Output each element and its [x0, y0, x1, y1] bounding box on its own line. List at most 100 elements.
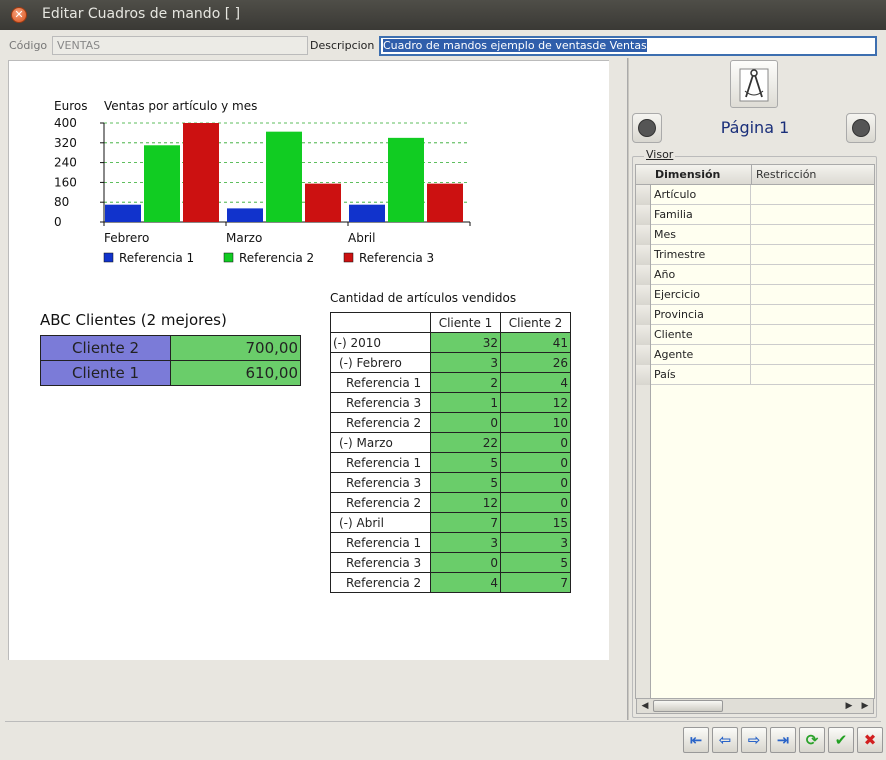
circle-icon — [852, 119, 870, 137]
cantidad-cliente1-cell: 32 — [430, 332, 501, 353]
compass-tool-button[interactable] — [730, 60, 778, 108]
cantidad-group-toggle[interactable]: (-) Febrero — [330, 352, 431, 373]
cantidad-row: Referencia 133 — [330, 532, 571, 553]
row-selector[interactable] — [636, 185, 651, 205]
cantidad-title: Cantidad de artículos vendidos — [330, 291, 517, 305]
dimension-row[interactable]: País — [636, 365, 874, 385]
dimension-column-header[interactable]: Dimensión — [651, 168, 751, 181]
cantidad-cliente2-cell: 15 — [500, 512, 571, 533]
cantidad-row-label: Referencia 1 — [330, 452, 431, 473]
cantidad-cliente2-cell: 7 — [500, 572, 571, 593]
cantidad-group-toggle[interactable]: (-) 2010 — [330, 332, 431, 353]
cantidad-group-toggle[interactable]: (-) Marzo — [330, 432, 431, 453]
y-tick-label: 80 — [54, 195, 69, 209]
cantidad-cliente1-cell: 5 — [430, 452, 501, 473]
row-selector[interactable] — [636, 365, 651, 385]
row-selector[interactable] — [636, 225, 651, 245]
first-record-button[interactable]: ⇤ — [683, 727, 709, 753]
row-selector[interactable] — [636, 305, 651, 325]
dimension-cell[interactable]: Ejercicio — [651, 285, 751, 305]
dimension-row[interactable]: Agente — [636, 345, 874, 365]
next-record-button[interactable]: ⇨ — [741, 727, 767, 753]
cantidad-cliente2-cell: 12 — [500, 392, 571, 413]
dimension-cell[interactable]: Año — [651, 265, 751, 285]
previous-record-button[interactable]: ⇦ — [712, 727, 738, 753]
last-record-button[interactable]: ⇥ — [770, 727, 796, 753]
cancel-icon: ✖ — [863, 731, 877, 749]
cantidad-cliente1-cell: 12 — [430, 492, 501, 513]
dimension-row[interactable]: Trimestre — [636, 245, 874, 265]
visor-label: Visor — [644, 148, 676, 161]
refresh-button[interactable]: ⟳ — [799, 727, 825, 753]
dimension-cell[interactable]: País — [651, 365, 751, 385]
row-selector[interactable] — [636, 265, 651, 285]
abc-title: ABC Clientes (2 mejores) — [40, 311, 227, 329]
cantidad-row: Referencia 150 — [330, 452, 571, 473]
dimension-cell[interactable]: Agente — [651, 345, 751, 365]
cantidad-cliente2-cell: 3 — [500, 532, 571, 553]
scroll-left-icon[interactable]: ◀ — [639, 700, 651, 712]
cantidad-row-label: Referencia 3 — [330, 472, 431, 493]
header-form: Código VENTAS Descripcion Cuadro de mand… — [5, 35, 881, 57]
grid-header: Dimensión Restricción — [636, 165, 874, 185]
dimension-cell[interactable]: Cliente — [651, 325, 751, 345]
accept-button[interactable]: ✔ — [828, 727, 854, 753]
dimension-row[interactable]: Familia — [636, 205, 874, 225]
row-selector[interactable] — [636, 205, 651, 225]
previous-page-button[interactable] — [632, 113, 662, 143]
bar — [227, 208, 263, 222]
dimension-cell[interactable]: Trimestre — [651, 245, 751, 265]
cantidad-row: (-) Febrero 3 26 — [330, 352, 571, 373]
row-selector[interactable] — [636, 245, 651, 265]
window-title: Editar Cuadros de mando [ ] — [42, 6, 241, 22]
dimension-row[interactable]: Provincia — [636, 305, 874, 325]
cantidad-cliente2-cell: 5 — [500, 552, 571, 573]
dimension-cell[interactable]: Provincia — [651, 305, 751, 325]
dimension-cell[interactable]: Artículo — [651, 185, 751, 205]
dimension-row[interactable]: Cliente — [636, 325, 874, 345]
x-tick-label: Abril — [348, 231, 375, 245]
scroll-thumb[interactable] — [653, 700, 723, 712]
scroll-end-icon[interactable]: ▶ — [859, 700, 871, 712]
cantidad-row: (-) 2010 32 41 — [330, 332, 571, 353]
dimension-cell[interactable]: Familia — [651, 205, 751, 225]
x-tick-label: Marzo — [226, 231, 262, 245]
refresh-icon: ⟳ — [805, 731, 819, 749]
y-tick-label: 400 — [54, 116, 77, 130]
y-tick-label: 0 — [54, 215, 62, 229]
sales-chart[interactable]: Euros Ventas por artículo y mes 0 80 160 240 3… — [9, 61, 489, 276]
dimension-row[interactable]: Ejercicio — [636, 285, 874, 305]
next-icon: ⇨ — [747, 731, 761, 749]
row-selector[interactable] — [636, 285, 651, 305]
dimension-row[interactable]: Mes — [636, 225, 874, 245]
y-tick-label: 320 — [54, 136, 77, 150]
x-tick-label: Febrero — [104, 231, 149, 245]
abc-client-name: Cliente 2 — [40, 335, 171, 361]
abc-row: Cliente 2 700,00 — [40, 335, 301, 361]
row-selector[interactable] — [636, 345, 651, 365]
cantidad-cliente2-cell: 0 — [500, 492, 571, 513]
title-bar: ✕ Editar Cuadros de mando [ ] — [0, 0, 886, 30]
previous-icon: ⇦ — [718, 731, 732, 749]
dimension-row[interactable]: Año — [636, 265, 874, 285]
dimension-cell[interactable]: Mes — [651, 225, 751, 245]
page-label: Página 1 — [720, 118, 790, 137]
dimension-row[interactable]: Artículo — [636, 185, 874, 205]
cantidad-cliente1-cell: 3 — [430, 352, 501, 373]
cantidad-row: Referencia 3 1 12 — [330, 392, 571, 413]
codigo-field[interactable]: VENTAS — [52, 36, 308, 55]
horizontal-scrollbar[interactable]: ◀ ▶ ▶ — [636, 698, 874, 714]
scroll-right-icon[interactable]: ▶ — [843, 700, 855, 712]
bar — [427, 183, 463, 222]
restriccion-column-header[interactable]: Restricción — [751, 165, 874, 185]
descripcion-field[interactable]: Cuadro de mandos ejemplo de ventasde Ven… — [379, 36, 877, 56]
cantidad-cliente2-cell: 0 — [500, 472, 571, 493]
close-window-button[interactable]: ✕ — [11, 7, 27, 23]
cantidad-group-toggle[interactable]: (-) Abril — [330, 512, 431, 533]
next-page-button[interactable] — [846, 113, 876, 143]
row-selector[interactable] — [636, 325, 651, 345]
cancel-button[interactable]: ✖ — [857, 727, 883, 753]
panel-splitter[interactable] — [627, 58, 629, 720]
compass-icon — [739, 68, 769, 102]
dimension-grid[interactable]: Dimensión Restricción Artículo Familia Mes… — [635, 164, 875, 699]
